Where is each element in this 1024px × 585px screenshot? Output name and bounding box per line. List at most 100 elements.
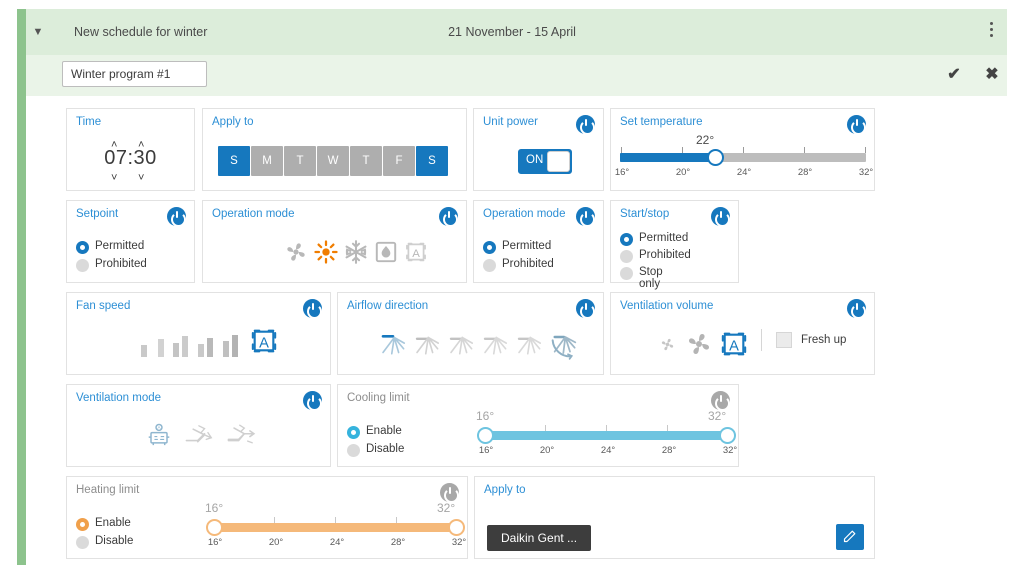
card-title-cooling-limit: Cooling limit bbox=[347, 392, 410, 404]
day-button-thursday[interactable]: T bbox=[350, 146, 382, 176]
airflow-pos-3-icon[interactable] bbox=[446, 330, 476, 360]
fan-speed-3-icon[interactable] bbox=[171, 327, 193, 357]
radio-label: Permitted bbox=[502, 240, 552, 252]
heating-limit-slider-knob-low[interactable] bbox=[206, 519, 223, 536]
card-title-airflow-direction: Airflow direction bbox=[347, 300, 429, 312]
close-icon[interactable]: ✖ bbox=[981, 64, 1003, 86]
heating-limit-slider-knob-high[interactable] bbox=[448, 519, 465, 536]
cool-snowflake-icon[interactable] bbox=[343, 239, 369, 265]
radio-indicator bbox=[347, 444, 360, 457]
vent-auto-icon[interactable]: A bbox=[143, 421, 175, 451]
card-title-ventilation-mode: Ventilation mode bbox=[76, 392, 162, 404]
kebab-menu-icon[interactable] bbox=[983, 22, 999, 42]
heating-limit-high-value: 32° bbox=[437, 501, 456, 515]
card-title-operation-mode: Operation mode bbox=[212, 208, 295, 220]
day-button-sunday[interactable]: S bbox=[218, 146, 250, 176]
program-name-input[interactable] bbox=[62, 61, 207, 87]
radio-label: Enable bbox=[95, 517, 131, 529]
dry-droplet-icon[interactable] bbox=[373, 239, 399, 265]
power-icon-operation-mode[interactable] bbox=[439, 207, 458, 227]
power-icon-start-stop[interactable] bbox=[711, 207, 730, 227]
fan-speed-2-icon[interactable] bbox=[154, 327, 168, 357]
card-title-ventilation-volume: Ventilation volume bbox=[620, 300, 714, 312]
card-title-time: Time bbox=[76, 116, 102, 128]
day-button-wednesday[interactable]: W bbox=[317, 146, 349, 176]
card-title-setpoint: Setpoint bbox=[76, 208, 119, 220]
airflow-pos-2-icon[interactable] bbox=[412, 330, 442, 360]
airflow-pos-4-icon[interactable] bbox=[480, 330, 510, 360]
temp-tick-24 bbox=[743, 147, 744, 153]
card-title-fan-speed: Fan speed bbox=[76, 300, 131, 312]
set-temperature-value: 22° bbox=[696, 133, 715, 147]
vent-heat-exchange-icon[interactable] bbox=[183, 421, 217, 451]
set-temperature-slider-track[interactable] bbox=[620, 153, 866, 162]
vent-high-icon[interactable] bbox=[684, 329, 714, 359]
radio-indicator bbox=[620, 267, 633, 280]
card-start-stop: Start/stop Permitted Prohibited Stop onl… bbox=[610, 200, 739, 290]
heating-limit-low-value: 16° bbox=[205, 501, 224, 515]
cooling-limit-slider-track[interactable] bbox=[484, 431, 728, 440]
auto-icon[interactable]: A bbox=[248, 325, 280, 357]
power-icon-fan-speed[interactable] bbox=[303, 299, 322, 319]
svg-text:A: A bbox=[412, 248, 420, 260]
pencil-icon bbox=[843, 530, 856, 543]
radio-indicator bbox=[483, 259, 496, 272]
card-apply-to-days: Apply to S M T W T F S bbox=[202, 108, 467, 191]
unit-power-toggle[interactable]: ON bbox=[518, 149, 572, 174]
card-time: Time ˄ ˄ 07:30 ˅ ˅ bbox=[66, 108, 195, 191]
card-cooling-limit: Cooling limit Enable Disable 16° 32° 16°… bbox=[337, 384, 739, 467]
day-button-tuesday[interactable]: T bbox=[284, 146, 316, 176]
power-icon-unit-power[interactable] bbox=[576, 115, 595, 135]
cooling-limit-slider-knob-high[interactable] bbox=[719, 427, 736, 444]
cool-label-16: 16° bbox=[478, 445, 494, 456]
set-temperature-slider-knob[interactable] bbox=[707, 149, 724, 166]
card-title-apply-to-units: Apply to bbox=[484, 484, 526, 496]
auto-icon[interactable]: A bbox=[718, 328, 750, 360]
airflow-pos-5-icon[interactable] bbox=[514, 330, 544, 360]
power-icon-setpoint[interactable] bbox=[167, 207, 186, 227]
radio-indicator bbox=[620, 250, 633, 263]
card-title-unit-power: Unit power bbox=[483, 116, 538, 128]
check-icon[interactable]: ✔ bbox=[943, 64, 965, 86]
fan-speed-1-icon[interactable] bbox=[137, 327, 151, 357]
power-icon-ventilation-mode[interactable] bbox=[303, 391, 322, 411]
fan-speed-4-icon[interactable] bbox=[196, 327, 218, 357]
time-hours-down-icon[interactable]: ˅ bbox=[111, 172, 117, 184]
cool-tick-28 bbox=[667, 425, 668, 431]
auto-icon[interactable]: A bbox=[403, 239, 429, 265]
fresh-up-checkbox[interactable] bbox=[776, 332, 792, 348]
apply-to-unit-chip[interactable]: Daikin Gent ... bbox=[487, 525, 592, 551]
cool-label-24: 24° bbox=[600, 445, 616, 456]
power-icon-operation-mode-permission[interactable] bbox=[576, 207, 595, 227]
vent-low-icon[interactable] bbox=[659, 336, 676, 353]
fan-speed-5-icon[interactable] bbox=[221, 327, 243, 357]
radio-label: Permitted bbox=[95, 240, 145, 252]
edit-apply-to-button[interactable] bbox=[836, 524, 864, 550]
fan-icon[interactable] bbox=[283, 239, 309, 265]
cool-tick-24 bbox=[606, 425, 607, 431]
power-icon-airflow-direction[interactable] bbox=[576, 299, 595, 319]
vent-bypass-icon[interactable] bbox=[225, 421, 259, 451]
power-icon-set-temperature[interactable] bbox=[847, 115, 866, 135]
airflow-pos-1-icon[interactable] bbox=[378, 330, 408, 360]
radio-label: Prohibited bbox=[95, 258, 147, 270]
left-accent-bar bbox=[17, 9, 26, 565]
power-icon-heating-limit[interactable] bbox=[440, 483, 459, 503]
radio-indicator bbox=[76, 241, 89, 254]
day-button-friday[interactable]: F bbox=[383, 146, 415, 176]
heat-tick-28 bbox=[396, 517, 397, 523]
radio-indicator bbox=[76, 259, 89, 272]
fresh-up-label: Fresh up bbox=[801, 334, 847, 346]
svg-text:A: A bbox=[259, 335, 269, 351]
day-button-saturday[interactable]: S bbox=[416, 146, 448, 176]
day-button-monday[interactable]: M bbox=[251, 146, 283, 176]
vertical-divider bbox=[761, 329, 762, 351]
heating-limit-slider-track[interactable] bbox=[213, 523, 457, 532]
time-minutes-down-icon[interactable]: ˅ bbox=[138, 172, 144, 184]
cooling-limit-slider-knob-low[interactable] bbox=[477, 427, 494, 444]
power-icon-ventilation-volume[interactable] bbox=[847, 299, 866, 319]
airflow-swing-icon[interactable] bbox=[548, 329, 580, 361]
power-icon-cooling-limit[interactable] bbox=[711, 391, 730, 411]
heat-sun-icon[interactable] bbox=[313, 239, 339, 265]
card-airflow-direction: Airflow direction bbox=[337, 292, 604, 375]
